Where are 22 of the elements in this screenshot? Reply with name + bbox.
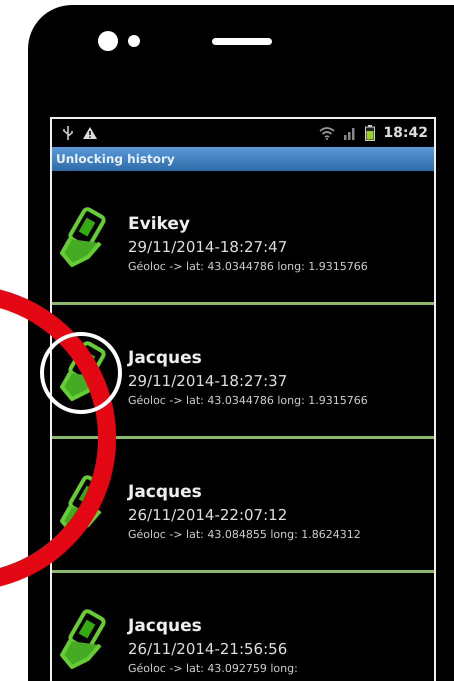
- entry-name: Jacques: [128, 348, 203, 368]
- entry-location: Géoloc -> lat: 43.084855 long: 1.8624312: [128, 528, 362, 542]
- camera-dot: [98, 31, 118, 51]
- entry-name: Evikey: [128, 214, 191, 234]
- entry-location: Géoloc -> lat: 43.092759 long:: [128, 662, 299, 676]
- entry-datetime: 29/11/2014-18:27:37: [128, 372, 288, 390]
- entry-location: Géoloc -> lat: 43.0344786 long: 1.9315766: [128, 260, 368, 274]
- entry-datetime: 26/11/2014-21:56:56: [128, 640, 288, 658]
- warning-icon: [82, 126, 98, 140]
- entry-datetime: 29/11/2014-18:27:47: [128, 238, 288, 256]
- entry-datetime: 26/11/2014-22:07:12: [128, 506, 288, 524]
- status-time: 18:42: [383, 125, 428, 141]
- speaker-slot: [212, 38, 272, 44]
- usb-icon: [62, 125, 74, 141]
- entry-name: Jacques: [128, 482, 203, 502]
- wifi-icon: [319, 126, 336, 140]
- entry-name: Jacques: [128, 616, 203, 636]
- signal-icon: [343, 126, 358, 140]
- entry-location: Géoloc -> lat: 43.0344786 long: 1.9315766: [128, 394, 368, 408]
- battery-icon: [365, 125, 376, 141]
- screen-title: Unlocking history: [56, 152, 175, 166]
- sensor-dot: [128, 35, 140, 47]
